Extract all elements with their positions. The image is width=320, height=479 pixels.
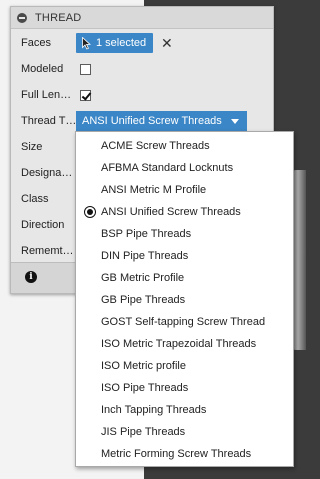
- cursor-icon: [82, 36, 91, 50]
- info-icon[interactable]: i: [25, 271, 37, 283]
- dropdown-option[interactable]: ACME Screw Threads: [76, 135, 293, 157]
- option-label: ANSI Metric M Profile: [101, 184, 207, 196]
- option-label: Inch Tapping Threads: [101, 404, 207, 416]
- option-label: GB Pipe Threads: [101, 294, 186, 306]
- modeled-label: Modeled: [21, 63, 64, 75]
- faces-selection-text: 1 selected: [96, 37, 147, 49]
- modeled-checkbox[interactable]: [80, 64, 91, 75]
- class-label: Class: [21, 193, 49, 205]
- option-label: ISO Metric profile: [101, 360, 186, 372]
- full-length-row: Full Len…: [11, 82, 273, 108]
- option-label: DIN Pipe Threads: [101, 250, 189, 262]
- dropdown-option-selected[interactable]: ANSI Unified Screw Threads: [76, 201, 293, 223]
- chevron-down-icon: [231, 119, 239, 124]
- option-label: Metric Forming Screw Threads: [101, 448, 252, 460]
- collapse-icon[interactable]: [17, 12, 27, 23]
- dropdown-option[interactable]: JIS Pipe Threads: [76, 421, 293, 443]
- thread-type-dropdown-list: ACME Screw Threads AFBMA Standard Locknu…: [75, 131, 294, 467]
- thread-type-label: Thread T…: [21, 115, 75, 127]
- direction-label: Direction: [21, 219, 65, 231]
- dropdown-option[interactable]: ANSI Metric M Profile: [76, 179, 293, 201]
- close-icon[interactable]: ✕: [161, 33, 173, 53]
- radio-selected-icon: [84, 206, 96, 218]
- full-length-label: Full Len…: [21, 89, 72, 101]
- dropdown-option[interactable]: Inch Tapping Threads: [76, 399, 293, 421]
- thread-type-dropdown[interactable]: ANSI Unified Screw Threads: [76, 111, 247, 131]
- remember-label: Rememt…: [21, 245, 74, 257]
- option-label: AFBMA Standard Locknuts: [101, 162, 234, 174]
- faces-row: Faces 1 selected ✕: [11, 30, 273, 56]
- dropdown-option[interactable]: ISO Pipe Threads: [76, 377, 293, 399]
- dropdown-option[interactable]: AFBMA Standard Locknuts: [76, 157, 293, 179]
- option-label: ISO Metric Trapezoidal Threads: [101, 338, 257, 350]
- thread-type-value: ANSI Unified Screw Threads: [82, 115, 222, 127]
- dropdown-option[interactable]: Metric Forming Screw Threads: [76, 443, 293, 465]
- option-label: GB Metric Profile: [101, 272, 185, 284]
- option-label: GOST Self-tapping Screw Thread: [101, 316, 266, 328]
- size-label: Size: [21, 141, 43, 153]
- dropdown-option[interactable]: DIN Pipe Threads: [76, 245, 293, 267]
- dropdown-option[interactable]: GB Metric Profile: [76, 267, 293, 289]
- panel-header[interactable]: THREAD: [11, 7, 273, 29]
- dropdown-option[interactable]: GB Pipe Threads: [76, 289, 293, 311]
- dropdown-option[interactable]: GOST Self-tapping Screw Thread: [76, 311, 293, 333]
- dropdown-option[interactable]: ISO Metric Trapezoidal Threads: [76, 333, 293, 355]
- dropdown-option[interactable]: ISO Metric profile: [76, 355, 293, 377]
- modeled-row: Modeled: [11, 56, 273, 82]
- option-label: BSP Pipe Threads: [101, 228, 192, 240]
- faces-selection-button[interactable]: 1 selected: [76, 33, 153, 53]
- dropdown-option[interactable]: BSP Pipe Threads: [76, 223, 293, 245]
- panel-title: THREAD: [35, 11, 82, 24]
- faces-label: Faces: [21, 37, 51, 49]
- option-label: ISO Pipe Threads: [101, 382, 189, 394]
- option-label: JIS Pipe Threads: [101, 426, 186, 438]
- option-label: ANSI Unified Screw Threads: [101, 206, 241, 218]
- option-label: ACME Screw Threads: [101, 140, 210, 152]
- full-length-checkbox[interactable]: [80, 90, 91, 101]
- designation-label: Designa…: [21, 167, 73, 179]
